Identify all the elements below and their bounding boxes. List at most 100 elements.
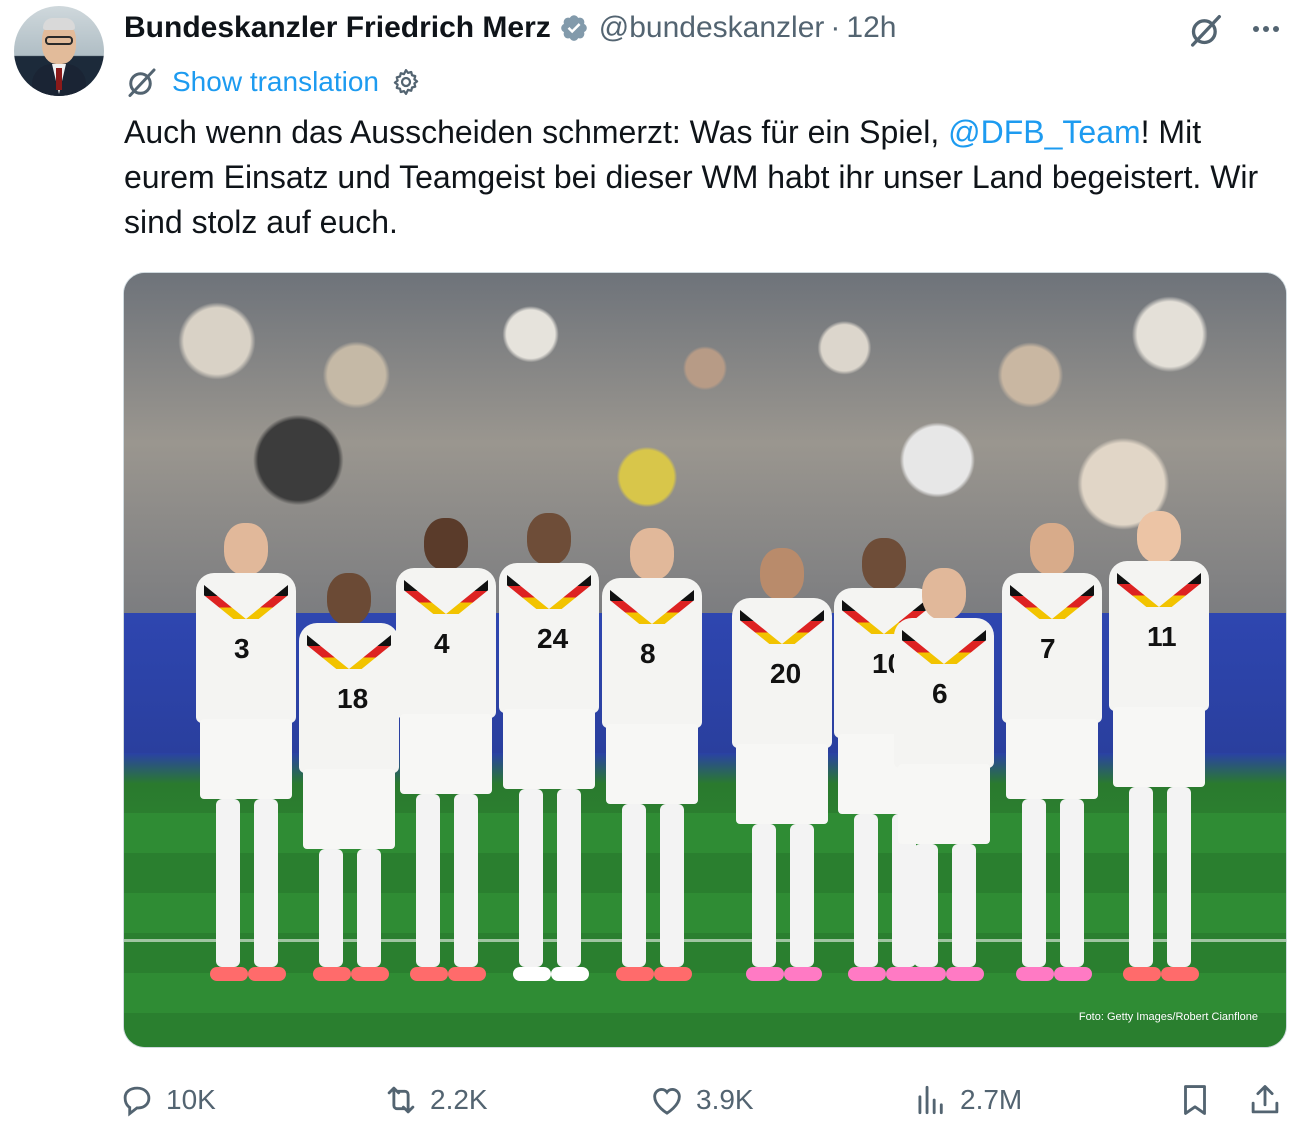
jersey-number: 20 bbox=[770, 658, 802, 689]
player-shorts bbox=[606, 724, 698, 804]
repost-button[interactable]: 2.2K bbox=[382, 1074, 488, 1126]
views-count: 2.7M bbox=[960, 1084, 1023, 1115]
bookmark-button[interactable] bbox=[1176, 1074, 1224, 1126]
player-sock bbox=[660, 804, 684, 967]
verified-badge-icon[interactable] bbox=[559, 13, 589, 43]
jersey-number: 11 bbox=[1147, 621, 1177, 652]
header-separator: · bbox=[830, 11, 841, 44]
player-sock bbox=[519, 789, 543, 967]
avatar-hair bbox=[43, 18, 75, 30]
player-boot bbox=[848, 967, 886, 981]
jersey-number: 24 bbox=[537, 623, 569, 654]
player-head bbox=[922, 568, 966, 620]
player-sock bbox=[357, 849, 381, 967]
views-button[interactable]: 2.7M bbox=[912, 1074, 1022, 1126]
more-dot bbox=[1273, 26, 1279, 32]
jersey-number: 4 bbox=[434, 628, 450, 659]
post-text: Auch wenn das Ausscheiden schmerzt: Was … bbox=[124, 110, 1294, 245]
author-handle[interactable]: @bundeskanzler bbox=[599, 11, 825, 45]
gear-icon[interactable] bbox=[391, 67, 421, 97]
player-boot bbox=[210, 967, 248, 981]
action-bar: 10K 2.2K 3.9K 2.7M bbox=[118, 1074, 1294, 1130]
post-header: Bundeskanzler Friedrich Merz @bundeskanz… bbox=[124, 8, 896, 48]
jersey-number: 6 bbox=[932, 678, 948, 709]
player-boot bbox=[448, 967, 486, 981]
player-figure: 7 bbox=[992, 523, 1112, 981]
jersey-number: 7 bbox=[1040, 633, 1056, 664]
player-figure: 8 bbox=[592, 528, 712, 981]
player-boot bbox=[946, 967, 984, 981]
player-boot bbox=[908, 967, 946, 981]
player-boot bbox=[410, 967, 448, 981]
player-shorts bbox=[400, 714, 492, 794]
player-figure: 6 bbox=[884, 568, 1004, 981]
mention-link[interactable]: @DFB_Team bbox=[948, 114, 1141, 150]
player-shorts bbox=[303, 769, 395, 849]
share-button[interactable] bbox=[1246, 1074, 1294, 1126]
player-head bbox=[630, 528, 674, 580]
player-sock bbox=[1167, 787, 1191, 967]
player-head bbox=[224, 523, 268, 575]
grok-translate-icon bbox=[128, 68, 156, 97]
photo-credit: Foto: Getty Images/Robert Cianflone bbox=[1078, 1011, 1258, 1023]
player-shorts bbox=[1113, 707, 1205, 787]
player-sock bbox=[319, 849, 343, 967]
player-boot bbox=[1016, 967, 1054, 981]
player-sock bbox=[1129, 787, 1153, 967]
reply-count: 10K bbox=[166, 1084, 216, 1115]
player-boot bbox=[1161, 967, 1199, 981]
more-icon[interactable] bbox=[1246, 12, 1286, 46]
avatar-glasses bbox=[45, 36, 73, 45]
player-sock bbox=[557, 789, 581, 967]
post-timestamp[interactable]: 12h bbox=[846, 11, 896, 45]
avatar-tie bbox=[56, 68, 62, 90]
grok-icon[interactable] bbox=[1186, 10, 1226, 50]
player-boot bbox=[551, 967, 589, 981]
player-shorts bbox=[1006, 719, 1098, 799]
jersey-number: 18 bbox=[337, 683, 369, 714]
player-boot bbox=[351, 967, 389, 981]
player-boot bbox=[746, 967, 784, 981]
player-sock bbox=[254, 799, 278, 967]
player-sock bbox=[216, 799, 240, 967]
like-count: 3.9K bbox=[696, 1084, 754, 1115]
player-shorts bbox=[736, 744, 828, 824]
player-figure: 4 bbox=[386, 518, 506, 981]
bookmark-icon bbox=[1184, 1085, 1206, 1115]
author-display-name[interactable]: Bundeskanzler Friedrich Merz bbox=[124, 11, 551, 45]
repost-count: 2.2K bbox=[430, 1084, 488, 1115]
more-dot bbox=[1263, 26, 1269, 32]
reply-icon bbox=[123, 1086, 151, 1117]
reply-button[interactable]: 10K bbox=[118, 1074, 216, 1126]
player-sock bbox=[454, 794, 478, 967]
like-button[interactable]: 3.9K bbox=[648, 1074, 754, 1126]
player-boot bbox=[784, 967, 822, 981]
player-head bbox=[1137, 511, 1181, 563]
translation-row: Show translation bbox=[124, 62, 421, 102]
player-sock bbox=[752, 824, 776, 967]
player-sock bbox=[416, 794, 440, 967]
player-figure: 11 bbox=[1099, 511, 1219, 981]
jersey-number: 8 bbox=[640, 638, 656, 669]
player-boot bbox=[1054, 967, 1092, 981]
show-translation-link[interactable]: Show translation bbox=[172, 66, 379, 98]
player-head bbox=[327, 573, 371, 625]
views-icon bbox=[918, 1085, 943, 1115]
player-sock bbox=[790, 824, 814, 967]
share-icon bbox=[1251, 1085, 1279, 1114]
player-boot bbox=[248, 967, 286, 981]
player-shorts bbox=[200, 719, 292, 799]
player-head bbox=[424, 518, 468, 570]
repost-icon bbox=[387, 1086, 415, 1114]
player-sock bbox=[952, 844, 976, 967]
player-boot bbox=[313, 967, 351, 981]
player-shorts bbox=[503, 709, 595, 789]
player-figure: 3 bbox=[186, 523, 306, 981]
post-media-image[interactable]: 3 18 4 24 8 20 10 6 7 11 Foto: Getty Images/Rober… bbox=[123, 272, 1287, 1048]
player-boot bbox=[1123, 967, 1161, 981]
player-head bbox=[760, 548, 804, 600]
author-avatar[interactable] bbox=[14, 6, 104, 96]
player-boot bbox=[654, 967, 692, 981]
more-dot bbox=[1253, 26, 1259, 32]
player-head bbox=[1030, 523, 1074, 575]
